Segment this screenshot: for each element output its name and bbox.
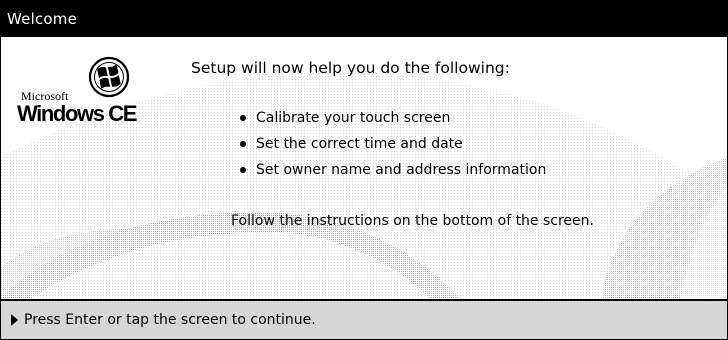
list-item: Set owner name and address information [239, 157, 546, 183]
title-bar: Welcome [1, 1, 727, 37]
continue-prompt-bar[interactable]: Press Enter or tap the screen to continu… [1, 299, 727, 339]
windows-ce-logo: Microsoft Windows CE [17, 55, 177, 135]
windows-ce-wordmark: Windows CE [17, 101, 137, 126]
play-arrow-icon [11, 314, 18, 326]
setup-heading: Setup will now help you do the following… [191, 59, 510, 77]
instructions-text: Follow the instructions on the bottom of… [231, 213, 594, 229]
setup-screen[interactable]: Welcome Microsoft Windows CE Setup will … [0, 0, 728, 340]
continue-prompt: Press Enter or tap the screen to continu… [24, 312, 316, 328]
list-item: Set the correct time and date [239, 131, 546, 157]
step-label: Set owner name and address information [256, 162, 547, 178]
list-item: Calibrate your touch screen [239, 105, 546, 131]
windows-flag-icon [88, 56, 130, 98]
step-label: Calibrate your touch screen [256, 110, 451, 126]
bullet-icon [240, 115, 246, 121]
setup-steps-list: Calibrate your touch screen Set the corr… [239, 105, 546, 183]
window-title: Welcome [7, 10, 78, 28]
step-label: Set the correct time and date [256, 136, 463, 152]
content-area[interactable]: Microsoft Windows CE Setup will now help… [1, 37, 727, 299]
bullet-icon [240, 141, 246, 147]
bullet-icon [240, 167, 246, 173]
